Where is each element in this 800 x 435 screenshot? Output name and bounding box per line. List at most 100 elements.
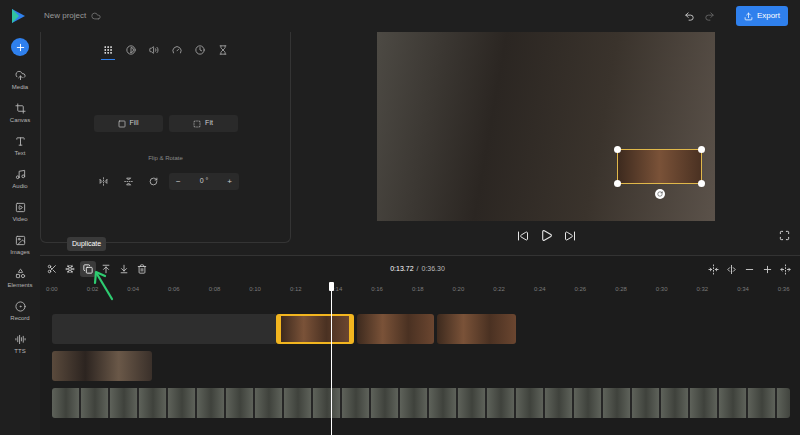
project-name[interactable]: New project xyxy=(44,10,86,22)
ruler-label: 0:20 xyxy=(453,285,494,293)
ruler-label: 0:00 xyxy=(46,285,87,293)
sidebar-item[interactable]: Text xyxy=(0,133,40,166)
properties-tab[interactable] xyxy=(124,40,138,60)
zoom-out-icon[interactable] xyxy=(744,264,755,275)
ruler-label: 0:34 xyxy=(737,285,778,293)
timeline-tool[interactable] xyxy=(116,261,132,277)
timeline-tool[interactable] xyxy=(134,261,150,277)
sidebar-item[interactable]: Media xyxy=(0,67,40,100)
flip-vertical-button[interactable] xyxy=(117,173,140,190)
play-icon[interactable] xyxy=(540,229,553,242)
timeline-clip[interactable] xyxy=(276,314,354,344)
snowflake-icon xyxy=(65,264,75,274)
text-icon xyxy=(15,136,26,147)
track-gap xyxy=(52,314,276,344)
duplicate-icon xyxy=(83,264,93,274)
ruler-label: 0:10 xyxy=(249,285,290,293)
section-title: Flip & Rotate xyxy=(148,154,183,162)
move-down-icon xyxy=(119,264,129,274)
sidebar-item[interactable]: Canvas xyxy=(0,100,40,133)
video-icon xyxy=(15,202,26,213)
ruler-label: 0:28 xyxy=(615,285,656,293)
sidebar-item[interactable]: Video xyxy=(0,199,40,232)
rotation-increment[interactable]: + xyxy=(227,176,232,188)
logo-icon[interactable] xyxy=(10,8,26,24)
clock-icon xyxy=(195,45,205,55)
export-button[interactable]: Export xyxy=(736,6,788,26)
fit-button[interactable]: Fill xyxy=(94,115,163,132)
ruler-label: 0:12 xyxy=(290,285,331,293)
timeline-clip[interactable] xyxy=(437,314,516,344)
timeline-track xyxy=(52,388,800,418)
timeline: 0:13.72/0:36.300:000:020:040:060:080:100… xyxy=(40,255,800,435)
transform-icon xyxy=(103,45,113,55)
hourglass-icon xyxy=(218,45,228,55)
fit-timeline-icon[interactable] xyxy=(708,264,719,275)
skip-back-icon[interactable] xyxy=(517,230,529,242)
ruler-label: 0:06 xyxy=(168,285,209,293)
plus-icon xyxy=(15,42,26,53)
rotation-decrement[interactable]: − xyxy=(176,176,181,188)
redo-icon[interactable] xyxy=(704,11,715,22)
resize-handle[interactable] xyxy=(614,180,621,187)
elements-icon xyxy=(15,268,26,279)
tts-icon xyxy=(15,334,26,345)
images-icon xyxy=(15,235,26,246)
canvas-icon xyxy=(15,103,26,114)
properties-tab[interactable] xyxy=(101,40,115,60)
properties-tabs xyxy=(101,40,230,60)
timeline-tool[interactable] xyxy=(62,261,78,277)
skip-forward-icon[interactable] xyxy=(564,230,576,242)
ruler-label: 0:24 xyxy=(534,285,575,293)
fill-icon xyxy=(118,120,126,128)
zoom-in-icon[interactable] xyxy=(762,264,773,275)
sidebar-item[interactable]: Record xyxy=(0,298,40,331)
timeline-clip[interactable] xyxy=(52,388,790,418)
video-editor: New project Export MediaCanvasTextAudioVid… xyxy=(0,0,800,435)
properties-tab[interactable] xyxy=(170,40,184,60)
timeline-track xyxy=(52,351,800,381)
add-button[interactable] xyxy=(11,38,29,56)
record-icon xyxy=(15,301,26,312)
resize-handle[interactable] xyxy=(698,180,705,187)
fit-button[interactable]: Fit xyxy=(169,115,238,132)
tracks xyxy=(40,314,800,418)
timeline-clip[interactable] xyxy=(357,314,434,344)
rotate-handle[interactable] xyxy=(655,189,665,199)
timeline-clip[interactable] xyxy=(52,351,152,381)
flip-horizontal-button[interactable] xyxy=(92,173,115,190)
playhead[interactable] xyxy=(331,282,332,435)
playhead-handle[interactable] xyxy=(329,282,334,291)
split-icon[interactable] xyxy=(726,264,737,275)
ruler-label: 0:26 xyxy=(575,285,616,293)
ruler-label: 0:14 xyxy=(331,285,372,293)
player-controls xyxy=(377,229,715,242)
sidebar-item[interactable]: Images xyxy=(0,232,40,265)
expand-icon[interactable] xyxy=(780,264,791,275)
rotate-button[interactable] xyxy=(142,173,165,190)
undo-icon[interactable] xyxy=(684,11,695,22)
ruler-label: 0:04 xyxy=(127,285,168,293)
timeline-toolbar: 0:13.72/0:36.30 xyxy=(40,256,800,282)
resize-handle[interactable] xyxy=(698,146,705,153)
properties-tab[interactable] xyxy=(147,40,161,60)
timeline-tool[interactable] xyxy=(80,261,96,277)
overlay-clip[interactable] xyxy=(617,149,702,184)
ruler-label: 0:36 xyxy=(778,285,800,293)
resize-handle[interactable] xyxy=(614,146,621,153)
flip-vertical-icon xyxy=(124,177,133,186)
properties-tab[interactable] xyxy=(216,40,230,60)
annotation-arrow-icon xyxy=(90,270,116,302)
scissors-icon xyxy=(47,264,57,274)
tooltip: Duplicate xyxy=(67,237,106,251)
sidebar-item[interactable]: Elements xyxy=(0,265,40,298)
rotation-value[interactable]: 0° xyxy=(200,176,209,187)
fullscreen-icon[interactable] xyxy=(779,230,790,241)
trash-icon xyxy=(137,264,147,274)
contrast-icon xyxy=(126,45,136,55)
sidebar-item[interactable]: TTS xyxy=(0,331,40,364)
sidebar-item[interactable]: Audio xyxy=(0,166,40,199)
properties-tab[interactable] xyxy=(193,40,207,60)
timeline-tool[interactable] xyxy=(44,261,60,277)
rotation-field: − 0° + xyxy=(169,173,239,190)
